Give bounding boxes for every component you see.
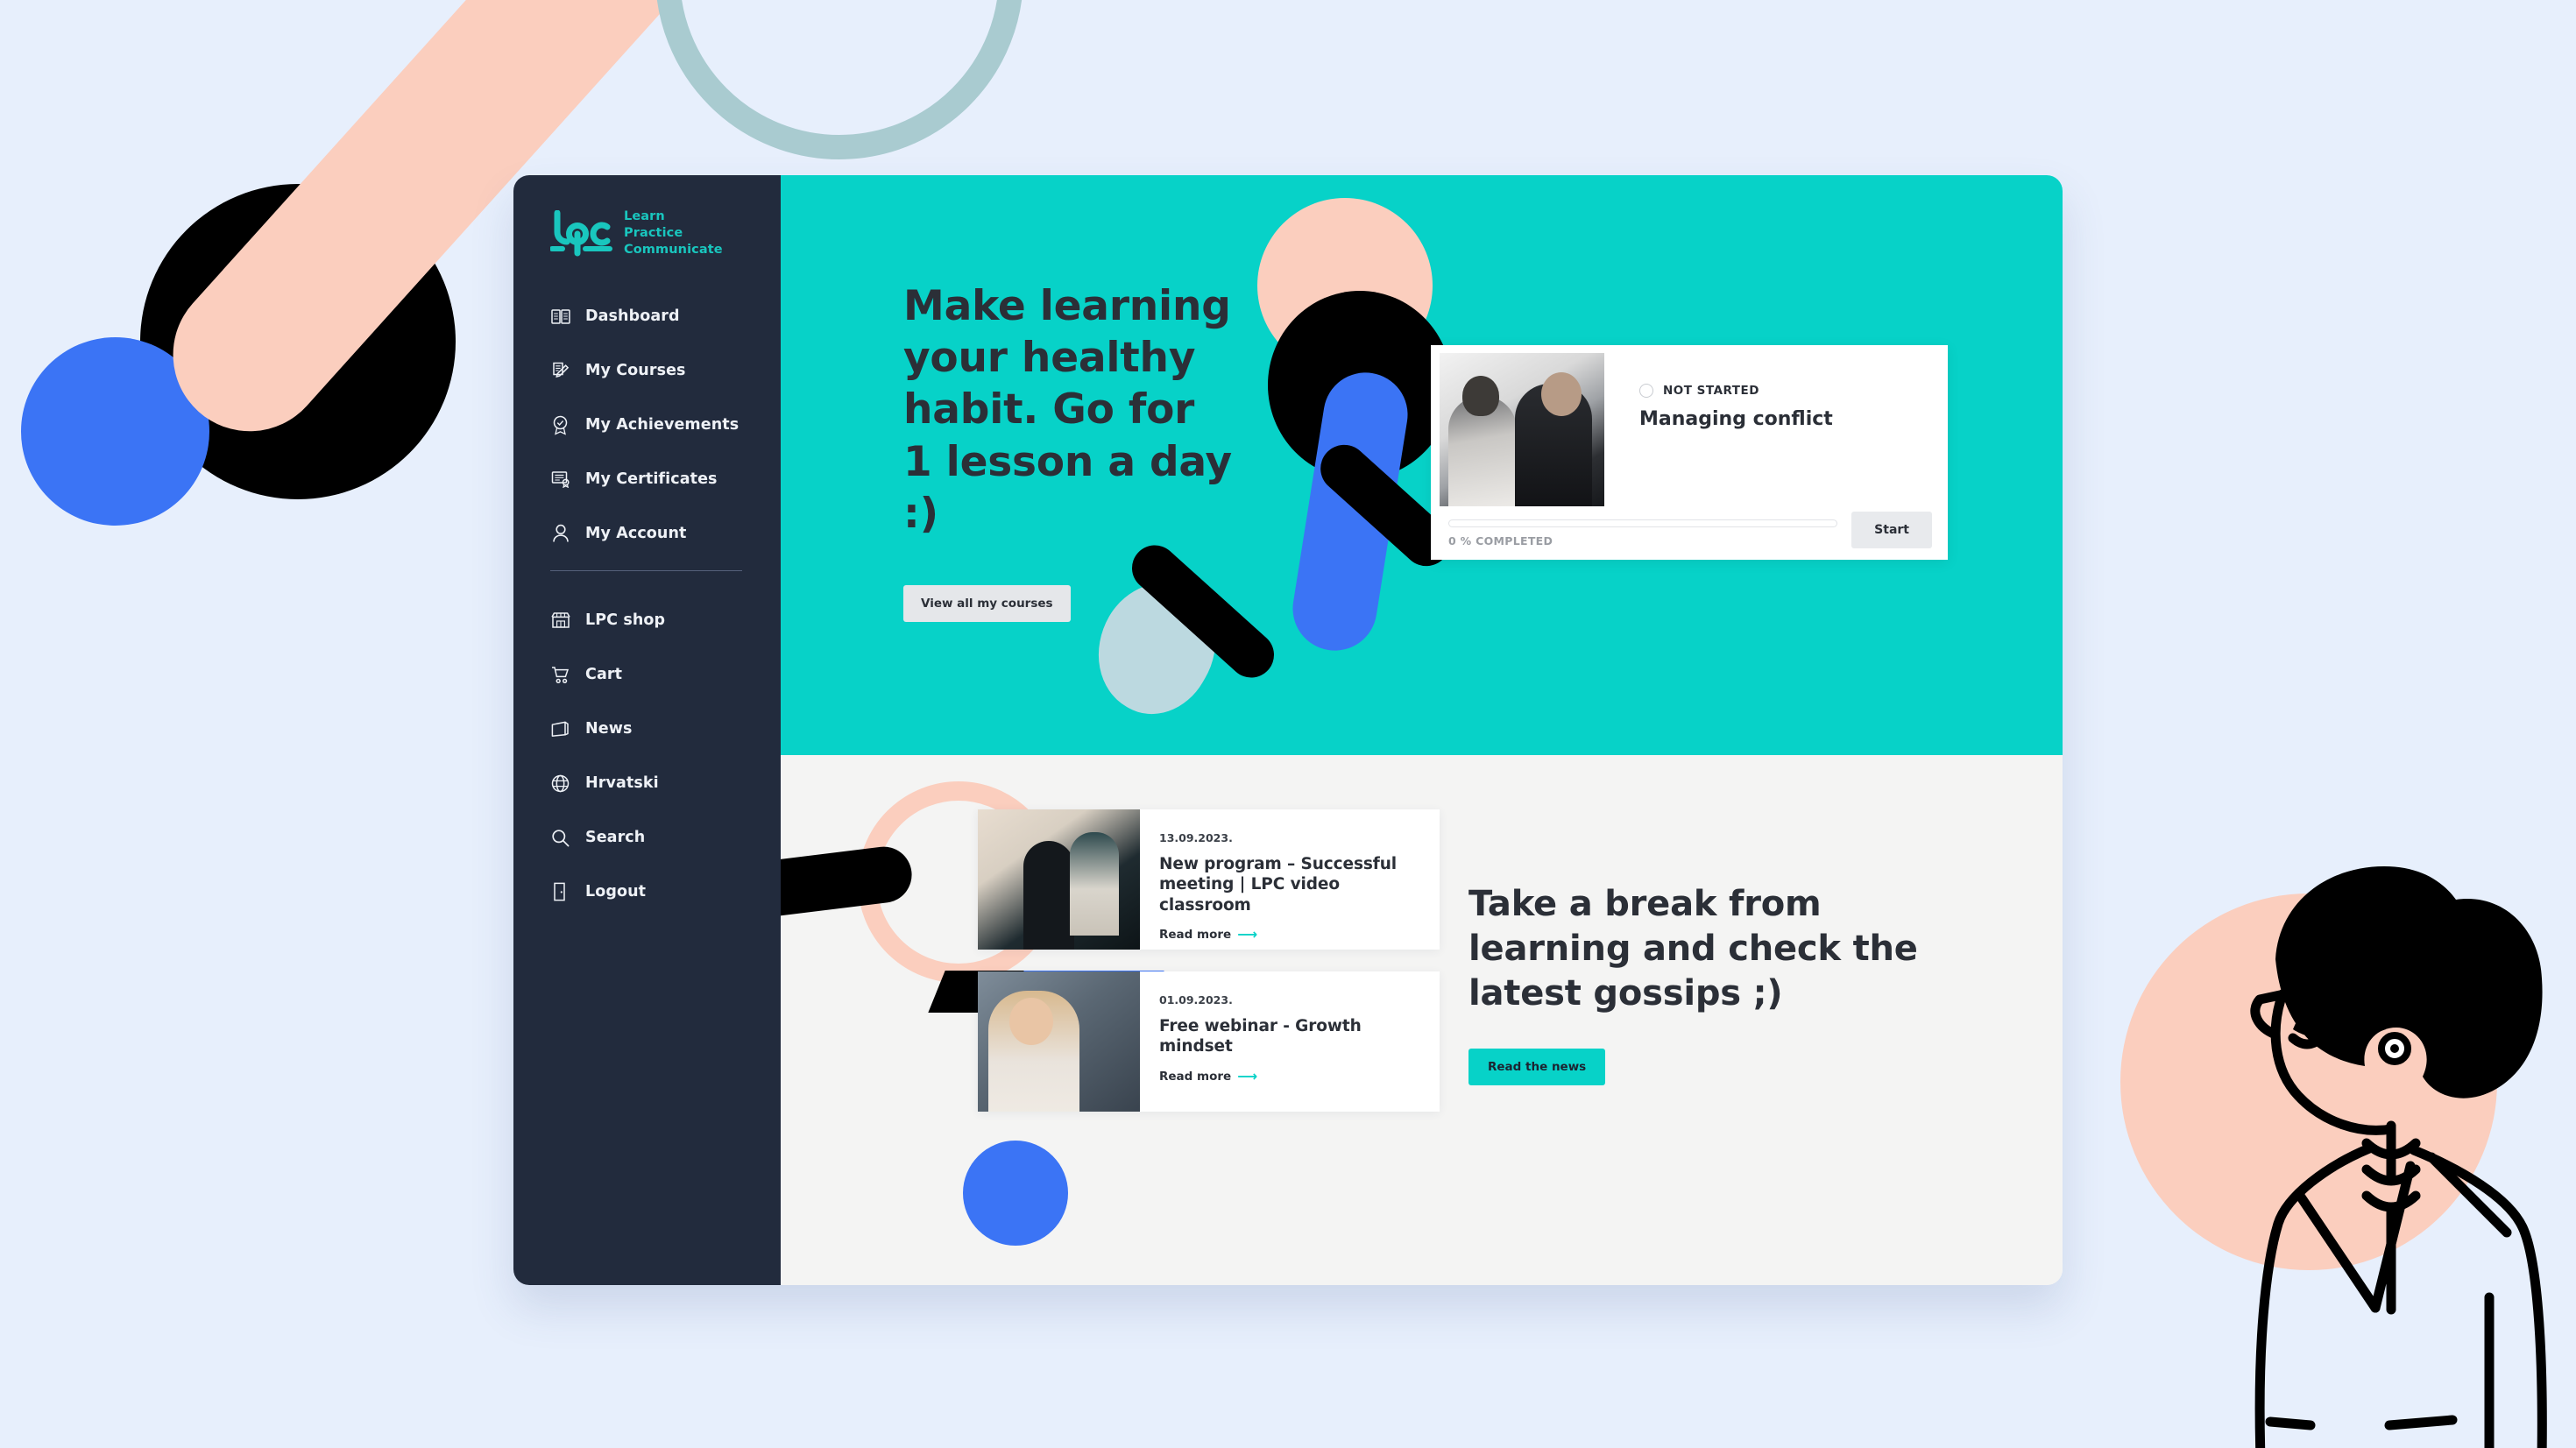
sidebar-item-label: Hrvatski [585, 774, 659, 793]
course-card-top: NOT STARTED Managing conflict [1431, 345, 1948, 506]
sidebar-item-news[interactable]: News [513, 711, 781, 746]
note-pencil-icon [550, 361, 570, 381]
brand-logo[interactable]: Learn Practice Communicate [513, 175, 781, 258]
sidebar-item-label: My Achievements [585, 416, 740, 434]
course-progress-label: 0 % COMPLETED [1448, 533, 1553, 547]
news-title: New program – Successful meeting | LPC v… [1159, 855, 1398, 915]
decor-teal-arc-ring [655, 0, 1023, 159]
sidebar-item-my-achievements[interactable]: My Achievements [513, 407, 781, 442]
news-card[interactable]: 13.09.2023. New program – Successful mee… [978, 809, 1440, 950]
user-icon [550, 524, 570, 544]
sidebar-item-my-account[interactable]: My Account [513, 516, 781, 551]
sidebar-item-label: My Account [585, 525, 687, 543]
brand-tagline-line3: Communicate [624, 243, 723, 258]
sidebar-item-label: Search [585, 829, 646, 847]
read-the-news-button[interactable]: Read the news [1468, 1049, 1606, 1086]
brand-tagline: Learn Practice Communicate [624, 208, 723, 258]
brand-tagline-line1: Learn [624, 209, 665, 223]
certificate-icon [550, 470, 570, 490]
search-icon [550, 828, 570, 848]
logout-door-icon [550, 882, 570, 902]
start-course-button[interactable]: Start [1851, 512, 1932, 548]
view-all-courses-button[interactable]: View all my courses [903, 585, 1071, 623]
hero-banner: Make learning your healthy habit. Go for… [781, 175, 2063, 755]
course-card-body: NOT STARTED Managing conflict [1604, 345, 1833, 506]
main-content: Make learning your healthy habit. Go for… [781, 175, 2063, 1285]
app-window: Learn Practice Communicate Dashboard My … [513, 175, 2063, 1285]
sidebar-item-label: My Courses [585, 362, 686, 380]
news-promo-title: Take a break from learning and check the… [1468, 884, 1918, 1014]
newspaper-icon [550, 719, 570, 739]
globe-icon [550, 773, 570, 794]
sidebar-item-label: Dashboard [585, 307, 680, 326]
sidebar-item-language[interactable]: Hrvatski [513, 766, 781, 801]
sidebar-item-label: News [585, 720, 633, 738]
sidebar-item-label: Cart [585, 666, 623, 684]
news-date: 13.09.2023. [1159, 831, 1233, 844]
decor-blue-circle-large [21, 337, 209, 526]
decor-hero-peach-dome [1257, 198, 1433, 373]
award-badge-icon [550, 415, 570, 435]
course-title: Managing conflict [1639, 408, 1833, 430]
course-card[interactable]: NOT STARTED Managing conflict 0 % COMPLE… [1431, 345, 1948, 560]
arrow-right-icon: ⟶ [1237, 1067, 1258, 1084]
course-thumb-person-b-head [1541, 372, 1582, 416]
sidebar-item-label: Logout [585, 883, 647, 901]
decor-black-circle-large [140, 184, 456, 499]
news-card[interactable]: 01.09.2023. Free webinar - Growth mindse… [978, 971, 1440, 1112]
decor-hero-black-blob [1268, 291, 1452, 479]
news-title: Free webinar - Growth mindset [1159, 1017, 1362, 1056]
course-thumbnail-image [1440, 353, 1604, 506]
lpc-logo-mark-icon [549, 209, 613, 258]
news-date: 01.09.2023. [1159, 993, 1233, 1007]
illustrated-person-figure [2195, 863, 2563, 1448]
sidebar-primary-nav: Dashboard My Courses My Achievements My … [513, 299, 781, 909]
sidebar-item-label: LPC shop [585, 611, 666, 630]
arrow-right-icon: ⟶ [1237, 926, 1258, 943]
news-card-body: 01.09.2023. Free webinar - Growth mindse… [1140, 971, 1440, 1112]
news-thumbnail-image [978, 971, 1140, 1112]
sidebar-item-my-certificates[interactable]: My Certificates [513, 462, 781, 497]
brand-tagline-line2: Practice [624, 226, 683, 241]
sidebar-item-label: My Certificates [585, 470, 718, 489]
read-more-label: Read more [1159, 1069, 1232, 1084]
sidebar-item-lpc-shop[interactable]: LPC shop [513, 603, 781, 638]
sidebar-item-logout[interactable]: Logout [513, 874, 781, 909]
sidebar-item-search[interactable]: Search [513, 820, 781, 855]
course-status-label: NOT STARTED [1663, 384, 1759, 398]
status-circle-icon [1639, 384, 1653, 398]
sidebar-item-cart[interactable]: Cart [513, 657, 781, 692]
sidebar: Learn Practice Communicate Dashboard My … [513, 175, 781, 1285]
decor-hero-blue-pill [1286, 366, 1414, 657]
course-status-row: NOT STARTED [1639, 384, 1833, 398]
news-section: 13.09.2023. New program – Successful mee… [781, 755, 2063, 1285]
news-promo-block: Take a break from learning and check the… [1468, 882, 1924, 1086]
hero-copy-block: Make learning your healthy habit. Go for… [903, 280, 1236, 623]
course-thumb-person-a-head [1462, 376, 1499, 416]
read-more-link[interactable]: Read more ⟶ [1159, 926, 1258, 943]
screenshot-stage: Learn Practice Communicate Dashboard My … [0, 0, 2576, 1448]
read-more-link[interactable]: Read more ⟶ [1159, 1067, 1258, 1084]
sidebar-item-dashboard[interactable]: Dashboard [513, 299, 781, 334]
sidebar-divider [550, 570, 742, 572]
course-progress-block: 0 % COMPLETED [1448, 519, 1838, 547]
news-thumbnail-image [978, 809, 1140, 950]
course-progress-bar [1448, 519, 1838, 527]
storefront-icon [550, 611, 570, 631]
hero-title: Make learning your healthy habit. Go for… [903, 282, 1232, 538]
news-card-body: 13.09.2023. New program – Successful mee… [1140, 809, 1440, 950]
decor-news-blue-dome [963, 1141, 1068, 1246]
news-card-list: 13.09.2023. New program – Successful mee… [978, 809, 1440, 1134]
decor-news-black-pill-1 [781, 843, 916, 920]
book-open-icon [550, 307, 570, 327]
sidebar-item-my-courses[interactable]: My Courses [513, 353, 781, 388]
read-more-label: Read more [1159, 928, 1232, 943]
shopping-cart-icon [550, 665, 570, 685]
course-card-footer: 0 % COMPLETED Start [1431, 506, 1948, 560]
